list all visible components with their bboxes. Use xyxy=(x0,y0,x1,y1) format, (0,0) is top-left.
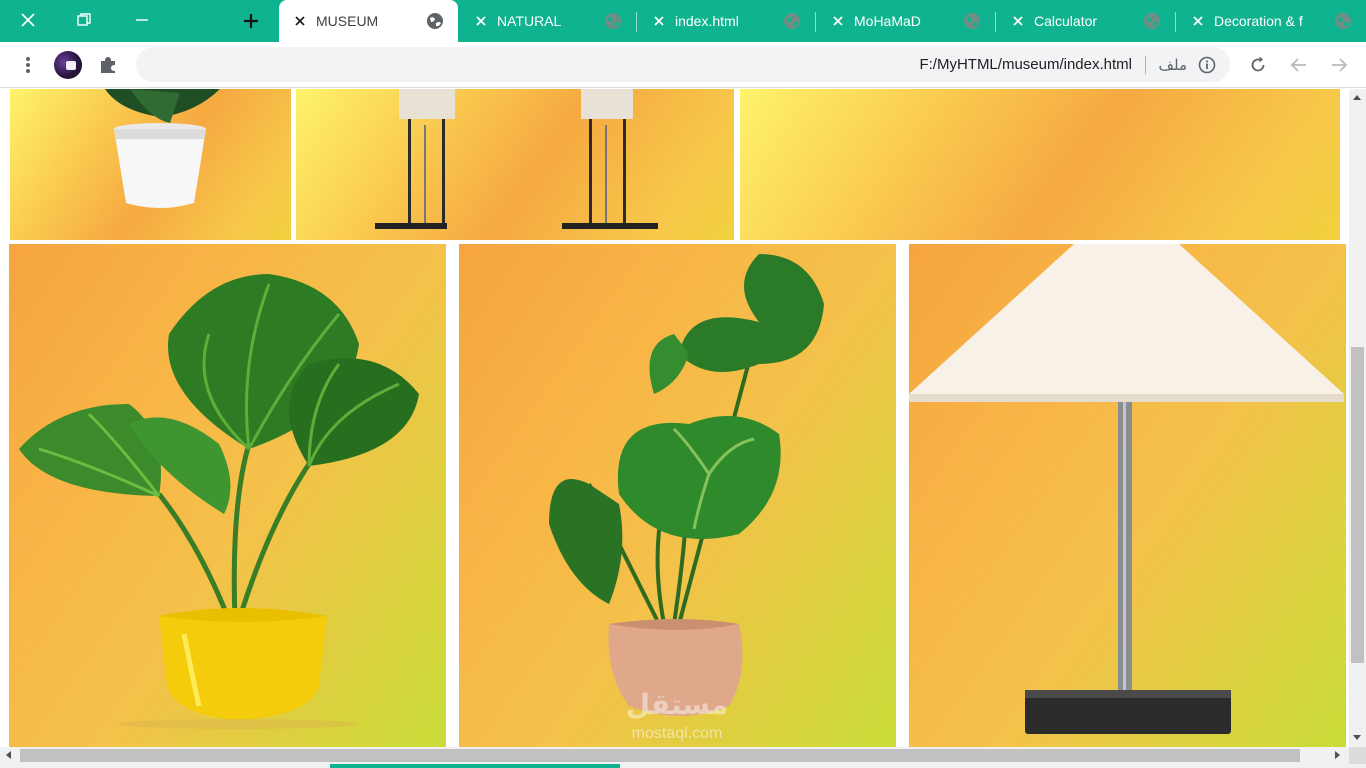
omnibox-divider xyxy=(1145,56,1146,74)
puzzle-icon xyxy=(101,57,115,73)
arrow-left-icon xyxy=(1290,58,1306,72)
window-close-button[interactable] xyxy=(0,0,56,40)
table-lamp-image xyxy=(909,244,1344,734)
page-viewport: مستقل mostaql.com xyxy=(0,89,1349,747)
tab-museum[interactable]: MUSEUM xyxy=(279,0,458,42)
scroll-up-arrow-icon[interactable] xyxy=(1353,95,1361,100)
globe-icon xyxy=(1144,13,1160,29)
tab-title: NATURAL xyxy=(497,13,562,29)
tab-title: MoHaMaD xyxy=(854,13,921,29)
browser-menu-button[interactable] xyxy=(16,53,40,77)
taskbar-accent xyxy=(330,764,620,768)
watermark-latin: mostaql.com xyxy=(632,725,723,742)
url-text[interactable]: F:/MyHTML/museum/index.html xyxy=(919,56,1132,73)
tab-decoration[interactable]: Decoration & f xyxy=(1177,0,1366,42)
potted-plant-image xyxy=(105,89,220,208)
scheme-label: ملف xyxy=(1158,56,1187,74)
tab-close-icon[interactable] xyxy=(831,14,845,28)
plus-icon xyxy=(244,14,258,28)
info-icon[interactable] xyxy=(1198,56,1216,74)
tab-mohamad[interactable]: MoHaMaD xyxy=(817,0,995,42)
gallery-image-potted-plant[interactable] xyxy=(10,89,291,240)
watermark-arabic: مستقل xyxy=(626,688,728,721)
tab-natural[interactable]: NATURAL xyxy=(460,0,636,42)
tab-title: MUSEUM xyxy=(316,13,379,29)
globe-icon xyxy=(784,13,800,29)
browser-toolbar: F:/MyHTML/museum/index.html ملف xyxy=(0,42,1366,88)
tab-title: Calculator xyxy=(1034,13,1098,29)
reload-icon xyxy=(1251,56,1265,72)
vertical-scrollbar[interactable] xyxy=(1349,89,1366,747)
address-bar[interactable]: F:/MyHTML/museum/index.html ملف xyxy=(136,47,1230,82)
tab-close-icon[interactable] xyxy=(293,14,307,28)
window-restore-button[interactable] xyxy=(56,0,112,40)
extensions-button[interactable] xyxy=(96,53,120,77)
globe-icon xyxy=(427,13,443,29)
floor-lamps-image xyxy=(375,89,658,229)
scroll-right-arrow-icon[interactable] xyxy=(1335,751,1340,759)
gallery-image-floor-lamps[interactable] xyxy=(296,89,734,240)
tab-separator xyxy=(995,12,996,32)
globe-icon xyxy=(964,13,980,29)
kebab-menu-icon xyxy=(26,57,30,73)
forward-button[interactable] xyxy=(1327,53,1351,77)
tab-close-icon[interactable] xyxy=(1191,14,1205,28)
globe-icon xyxy=(1335,13,1351,29)
restore-icon xyxy=(77,13,91,26)
tab-close-icon[interactable] xyxy=(1011,14,1025,28)
tab-close-icon[interactable] xyxy=(474,14,488,28)
scroll-down-arrow-icon[interactable] xyxy=(1353,735,1361,740)
gallery-image-empty-panel[interactable] xyxy=(740,89,1340,240)
tab-separator xyxy=(636,12,637,32)
monstera-image: مستقل mostaql.com xyxy=(549,254,824,742)
gallery-image-fan-palm[interactable] xyxy=(9,244,446,747)
vertical-scroll-thumb[interactable] xyxy=(1351,347,1364,663)
new-tab-button[interactable] xyxy=(230,8,272,34)
arrow-right-icon xyxy=(1332,58,1348,72)
scroll-left-arrow-icon[interactable] xyxy=(6,751,11,759)
globe-icon xyxy=(605,13,621,29)
window-minimize-button[interactable] xyxy=(114,0,170,40)
scrollbar-corner xyxy=(1349,747,1366,764)
tab-close-icon[interactable] xyxy=(652,14,666,28)
fan-palm-image xyxy=(19,274,419,729)
tab-separator xyxy=(1175,12,1176,32)
minimize-icon xyxy=(136,19,148,21)
gallery-image-monstera[interactable]: مستقل mostaql.com xyxy=(459,244,896,747)
tab-strip: MUSEUM NATURAL index.html MoHaMaD Calcul… xyxy=(0,0,1366,42)
taskbar-edge xyxy=(0,764,1366,768)
horizontal-scrollbar[interactable] xyxy=(0,747,1349,764)
tab-calculator[interactable]: Calculator xyxy=(997,0,1175,42)
tab-separator xyxy=(815,12,816,32)
close-icon xyxy=(21,13,35,27)
profile-avatar[interactable] xyxy=(54,51,82,79)
back-button[interactable] xyxy=(1287,53,1311,77)
tab-title: Decoration & f xyxy=(1214,13,1303,29)
horizontal-scroll-thumb[interactable] xyxy=(20,749,1300,762)
reload-button[interactable] xyxy=(1246,53,1270,77)
tab-index-html[interactable]: index.html xyxy=(638,0,815,42)
tab-title: index.html xyxy=(675,13,739,29)
gallery-image-table-lamp[interactable] xyxy=(909,244,1346,747)
